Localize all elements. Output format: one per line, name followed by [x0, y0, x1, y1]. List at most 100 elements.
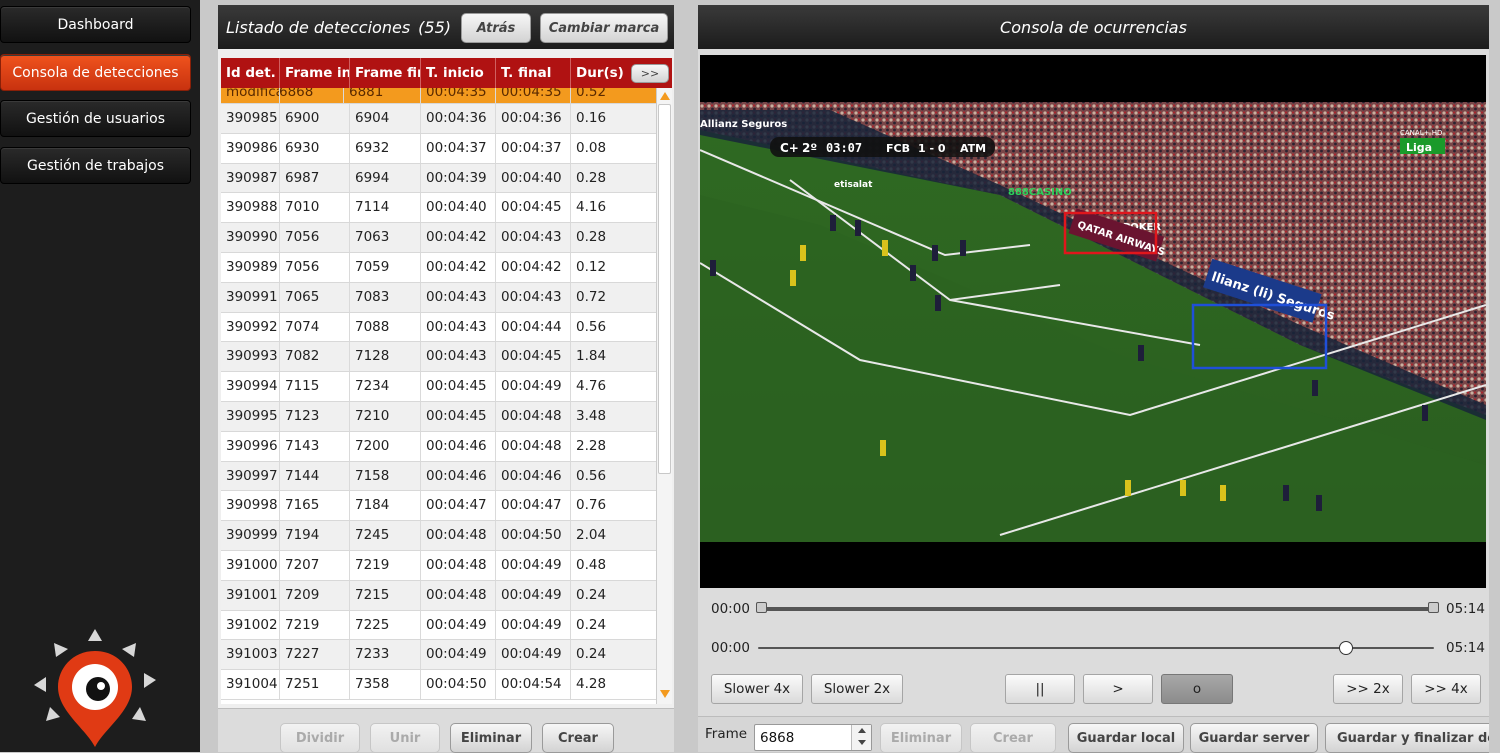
cell-t-fin: 00:04:40	[496, 163, 571, 193]
stop-button[interactable]: o	[1161, 674, 1233, 704]
scroll-thumb[interactable]	[658, 104, 671, 474]
table-row[interactable]: 390996 7143 7200 00:04:46 00:04:48 2.28	[221, 431, 656, 462]
cell-frame-ini: 7056	[280, 223, 350, 252]
console-header: Consola de ocurrencias	[698, 5, 1489, 49]
table-row[interactable]: 390997 7144 7158 00:04:46 00:04:46 0.56	[221, 461, 656, 492]
save-local-button[interactable]: Guardar local	[1068, 723, 1184, 753]
faster-2x-button[interactable]: >> 2x	[1333, 674, 1403, 704]
score-channel: C+	[780, 141, 799, 155]
score-period: 2º	[802, 141, 817, 155]
col-dur[interactable]: Dur(s)	[571, 58, 629, 88]
ad-board-888casino: 888CASINO	[1008, 187, 1072, 198]
split-button[interactable]: Dividir	[280, 723, 360, 753]
cell-t-fin: 00:04:50	[496, 521, 571, 550]
cell-t-ini: 00:04:45	[421, 402, 496, 431]
cell-t-fin: 00:04:49	[496, 372, 571, 401]
cell-frame-fin: 7063	[350, 223, 421, 252]
table-row[interactable]: 391002 7219 7225 00:04:49 00:04:49 0.24	[221, 610, 656, 641]
save-finish-button[interactable]: Guardar y finalizar depu	[1325, 723, 1489, 753]
broadcaster-line2: Liga	[1406, 141, 1432, 154]
table-row[interactable]: 390988 7010 7114 00:04:40 00:04:45 4.16	[221, 193, 656, 224]
play-button[interactable]: >	[1083, 674, 1153, 704]
cell-frame-fin: 7200	[350, 431, 421, 461]
cell-frame-ini: 7056	[280, 253, 350, 282]
expand-columns-button[interactable]: >>	[631, 64, 669, 83]
table-row[interactable]: 390991 7065 7083 00:04:43 00:04:43 0.72	[221, 282, 656, 313]
slower-2x-button[interactable]: Slower 2x	[811, 674, 903, 704]
sidebar-item-dashboard[interactable]: Dashboard	[0, 6, 191, 43]
video-player[interactable]: C+ 2º 03:07 FCB 1 - 0 ATM CANAL+ HD Liga…	[700, 55, 1486, 588]
range-slider[interactable]: 00:00 05:14	[698, 595, 1489, 621]
position-start-time: 00:00	[711, 640, 750, 656]
table-row[interactable]: 391000 7207 7219 00:04:48 00:04:49 0.48	[221, 551, 656, 581]
create-occurrence-button[interactable]: Crear	[970, 723, 1056, 753]
slower-4x-button[interactable]: Slower 4x	[711, 674, 803, 704]
back-button[interactable]: Atrás	[461, 13, 531, 43]
stepper-up-icon[interactable]	[858, 728, 866, 733]
cell-t-ini: 00:04:37	[421, 133, 496, 163]
pause-button[interactable]: ||	[1005, 674, 1075, 704]
sidebar-item-gestion-usuarios[interactable]: Gestión de usuarios	[0, 100, 191, 137]
range-track[interactable]	[758, 607, 1434, 611]
table-row[interactable]: 390995 7123 7210 00:04:45 00:04:48 3.48	[221, 402, 656, 432]
create-detection-button[interactable]: Crear	[542, 723, 614, 753]
table-row[interactable]: 390985 6900 6904 00:04:36 00:04:36 0.16	[221, 104, 656, 134]
sidebar-item-gestion-trabajos[interactable]: Gestión de trabajos	[0, 147, 191, 184]
cell-dur: 2.04	[576, 527, 607, 544]
cell-t-fin: 00:04:42	[496, 253, 571, 282]
table-row[interactable]: 390990 7056 7063 00:04:42 00:04:43 0.28	[221, 223, 656, 253]
cell-t-fin: 00:04:45	[496, 342, 571, 372]
cell-dur: 0.28	[576, 169, 607, 186]
stepper-down-icon[interactable]	[858, 740, 866, 745]
table-row[interactable]: 391001 7209 7215 00:04:48 00:04:49 0.24	[221, 580, 656, 611]
range-handle-start[interactable]	[756, 602, 767, 613]
cell-t-ini: 00:04:46	[421, 431, 496, 461]
table-scrollbar[interactable]	[656, 88, 672, 704]
table-row[interactable]: 391003 7227 7233 00:04:49 00:04:49 0.24	[221, 640, 656, 671]
position-slider[interactable]: 00:00 05:14	[698, 634, 1489, 660]
frame-field[interactable]: 6868	[754, 724, 872, 751]
table-row[interactable]: 390989 7056 7059 00:04:42 00:04:42 0.12	[221, 253, 656, 283]
range-handle-end[interactable]	[1428, 602, 1439, 613]
scroll-down-icon[interactable]	[660, 690, 670, 698]
cell-frame-fin: 7358	[350, 670, 421, 699]
range-start-time: 00:00	[711, 601, 750, 617]
col-frame-ini[interactable]: Frame inc	[280, 58, 350, 88]
scroll-up-icon[interactable]	[660, 92, 670, 100]
col-t-inicio[interactable]: T. inicio	[421, 58, 496, 88]
col-id[interactable]: Id det.	[221, 58, 280, 88]
delete-occurrence-button[interactable]: Eliminar	[880, 723, 962, 753]
sidebar-item-consola-detecciones[interactable]: Consola de detecciones	[0, 54, 191, 91]
table-row[interactable]: 390986 6930 6932 00:04:37 00:04:37 0.08	[221, 133, 656, 164]
cell-t-fin: 00:04:44	[496, 312, 571, 342]
frame-stepper[interactable]	[851, 725, 871, 750]
position-handle[interactable]	[1339, 641, 1354, 655]
table-row[interactable]: 390987 6987 6994 00:04:39 00:04:40 0.28	[221, 163, 656, 194]
merge-button[interactable]: Unir	[370, 723, 440, 753]
table-row[interactable]: 390998 7165 7184 00:04:47 00:04:47 0.76	[221, 491, 656, 522]
table-row[interactable]: 390999 7194 7245 00:04:48 00:04:50 2.04	[221, 521, 656, 551]
col-t-final[interactable]: T. final	[496, 58, 571, 88]
table-row[interactable]: 390992 7074 7088 00:04:43 00:04:44 0.56	[221, 312, 656, 343]
cell-frame-fin: 7114	[350, 193, 421, 223]
col-frame-fin[interactable]: Frame fin	[350, 58, 421, 88]
cell-dur: 0.16	[576, 110, 607, 126]
position-track[interactable]	[758, 647, 1434, 649]
cell-t-ini: 00:04:35	[421, 88, 496, 103]
broadcaster-logo: CANAL+ HD Liga	[1400, 129, 1445, 154]
cell-t-ini: 00:04:46	[421, 461, 496, 491]
cell-frame-ini: 7010	[280, 193, 350, 223]
cell-frame-fin: 7184	[350, 491, 421, 521]
change-brand-button[interactable]: Cambiar marca	[540, 13, 668, 43]
cell-t-ini: 00:04:42	[421, 253, 496, 282]
delete-detection-button[interactable]: Eliminar	[450, 723, 532, 753]
video-frame: C+ 2º 03:07 FCB 1 - 0 ATM CANAL+ HD Liga…	[700, 55, 1486, 588]
cell-dur: 3.48	[576, 408, 607, 424]
table-row[interactable]: 391004 7251 7358 00:04:50 00:04:54 4.28	[221, 670, 656, 700]
table-row[interactable]: 390993 7082 7128 00:04:43 00:04:45 1.84	[221, 342, 656, 373]
table-row[interactable]: 390994 7115 7234 00:04:45 00:04:49 4.76	[221, 372, 656, 402]
faster-4x-button[interactable]: >> 4x	[1411, 674, 1481, 704]
save-server-button[interactable]: Guardar server	[1190, 723, 1318, 753]
table-row-selected[interactable]: modificado 6868 6881 00:04:35 00:04:35 0…	[221, 88, 656, 104]
cell-frame-ini: 7065	[280, 282, 350, 312]
